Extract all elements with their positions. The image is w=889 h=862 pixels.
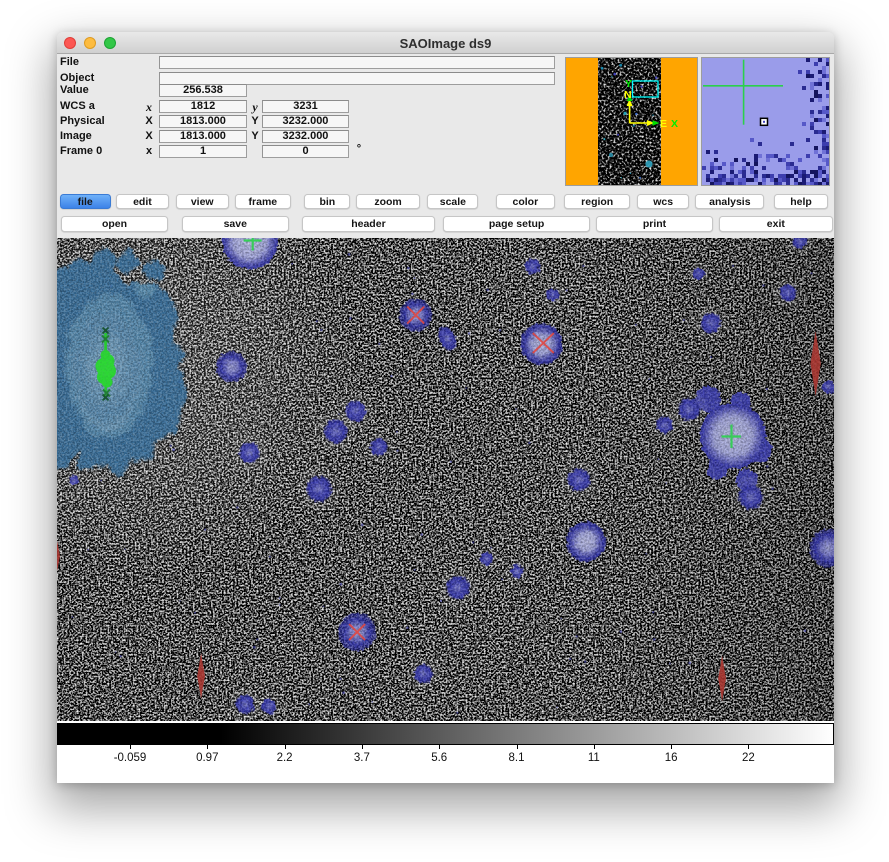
- svg-text:X: X: [671, 118, 678, 130]
- svg-text:Y: Y: [625, 78, 632, 90]
- svg-text:E: E: [660, 118, 667, 130]
- svg-text:N: N: [624, 89, 632, 101]
